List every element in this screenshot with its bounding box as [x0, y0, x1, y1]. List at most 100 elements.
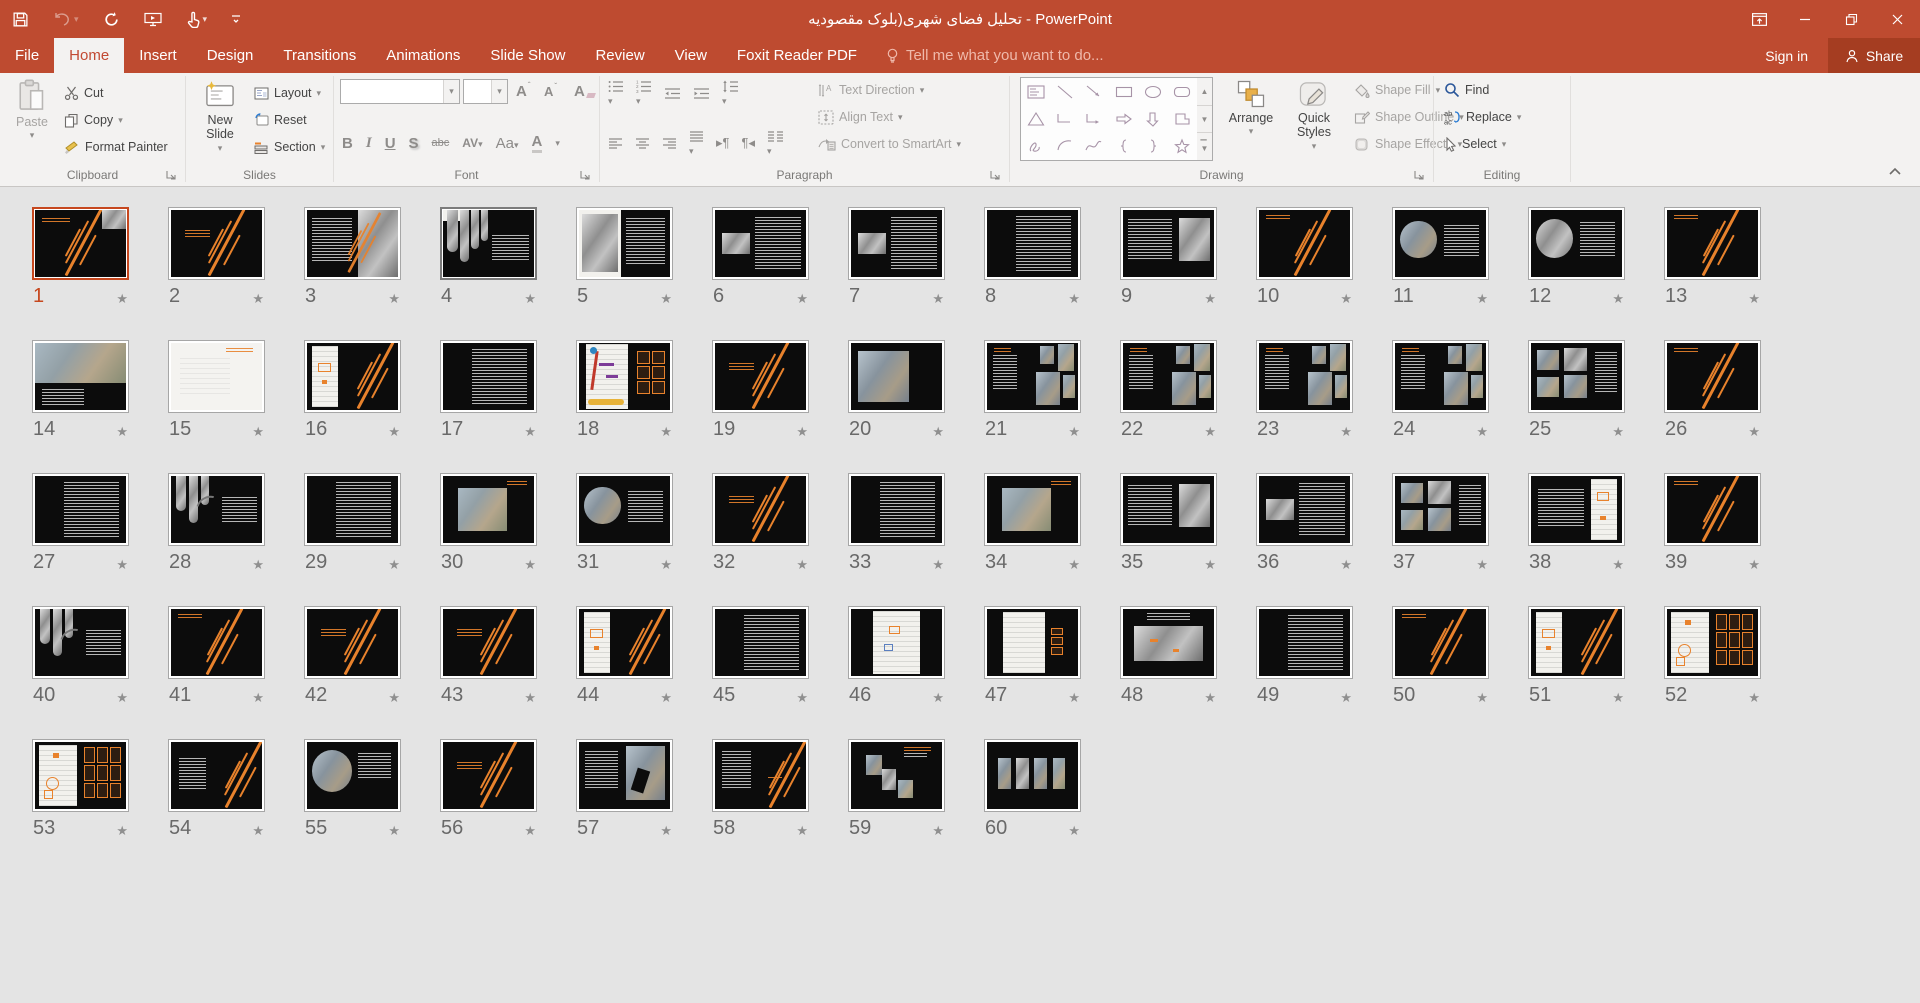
font-size-caret-icon[interactable]: ▾: [491, 80, 507, 103]
quick-styles-button[interactable]: Quick Styles▾: [1284, 79, 1344, 151]
columns-button[interactable]: ▾: [767, 130, 784, 157]
slide-thumbnail-55[interactable]: [304, 739, 401, 812]
curve-shape-icon[interactable]: [1080, 133, 1109, 160]
shapes-scroll-up-icon[interactable]: ▲: [1197, 78, 1212, 106]
character-spacing-button[interactable]: AV▾: [462, 136, 482, 150]
animation-star-icon[interactable]: ★: [388, 822, 400, 840]
animation-star-icon[interactable]: ★: [524, 556, 536, 574]
repeat-icon[interactable]: [103, 11, 120, 28]
animation-star-icon[interactable]: ★: [116, 822, 128, 840]
slide-thumbnail-45[interactable]: [712, 606, 809, 679]
clipboard-dialog-launcher-icon[interactable]: [165, 169, 178, 182]
arrow-shape-icon[interactable]: [1080, 78, 1109, 105]
slide-thumbnail-42[interactable]: [304, 606, 401, 679]
animation-star-icon[interactable]: ★: [1068, 556, 1080, 574]
animation-star-icon[interactable]: ★: [524, 290, 536, 308]
animation-star-icon[interactable]: ★: [796, 290, 808, 308]
animation-star-icon[interactable]: ★: [388, 689, 400, 707]
animation-star-icon[interactable]: ★: [660, 822, 672, 840]
slide-thumbnail-16[interactable]: [304, 340, 401, 413]
animation-star-icon[interactable]: ★: [252, 556, 264, 574]
share-button[interactable]: Share: [1828, 38, 1920, 73]
slide-thumbnail-6[interactable]: [712, 207, 809, 280]
new-slide-button[interactable]: New Slide▾: [194, 79, 246, 153]
animation-star-icon[interactable]: ★: [1748, 423, 1760, 441]
paragraph-dialog-launcher-icon[interactable]: [989, 169, 1002, 182]
slide-thumbnail-57[interactable]: [576, 739, 673, 812]
justify-button[interactable]: ▾: [689, 130, 704, 157]
tab-foxit-reader-pdf[interactable]: Foxit Reader PDF: [722, 38, 872, 73]
align-text-button[interactable]: Align Text▾: [818, 105, 903, 129]
tab-view[interactable]: View: [660, 38, 722, 73]
animation-star-icon[interactable]: ★: [1748, 556, 1760, 574]
slide-thumbnail-31[interactable]: [576, 473, 673, 546]
animation-star-icon[interactable]: ★: [1748, 290, 1760, 308]
animation-star-icon[interactable]: ★: [388, 423, 400, 441]
customize-qat-icon[interactable]: [231, 13, 241, 25]
align-left-button[interactable]: [608, 137, 623, 150]
oval-shape-icon[interactable]: [1138, 78, 1167, 105]
tab-file[interactable]: File: [0, 38, 54, 73]
collapse-ribbon-icon[interactable]: [1888, 167, 1902, 176]
slide-thumbnail-12[interactable]: [1528, 207, 1625, 280]
corner-shape-icon[interactable]: [1168, 105, 1197, 132]
grow-font-button[interactable]: Aˆ: [516, 79, 531, 103]
slide-thumbnail-7[interactable]: [848, 207, 945, 280]
bold-button[interactable]: B: [342, 135, 353, 152]
animation-star-icon[interactable]: ★: [116, 689, 128, 707]
animation-star-icon[interactable]: ★: [1476, 423, 1488, 441]
slide-thumbnail-19[interactable]: [712, 340, 809, 413]
animation-star-icon[interactable]: ★: [252, 423, 264, 441]
animation-star-icon[interactable]: ★: [932, 689, 944, 707]
slide-thumbnail-23[interactable]: [1256, 340, 1353, 413]
font-dialog-launcher-icon[interactable]: [579, 169, 592, 182]
arc-shape-icon[interactable]: [1050, 133, 1079, 160]
slide-thumbnail-52[interactable]: [1664, 606, 1761, 679]
format-painter-button[interactable]: Format Painter: [64, 135, 168, 159]
animation-star-icon[interactable]: ★: [1748, 689, 1760, 707]
font-size-combo[interactable]: ▾: [463, 79, 508, 104]
slide-thumbnail-21[interactable]: [984, 340, 1081, 413]
shape-fill-button[interactable]: Shape Fill▾: [1354, 78, 1440, 102]
sign-in-link[interactable]: Sign in: [1765, 38, 1808, 73]
slide-thumbnail-10[interactable]: [1256, 207, 1353, 280]
slide-thumbnail-1[interactable]: [32, 207, 129, 280]
cut-button[interactable]: Cut: [64, 81, 103, 105]
animation-star-icon[interactable]: ★: [1476, 689, 1488, 707]
tab-design[interactable]: Design: [192, 38, 269, 73]
font-name-combo[interactable]: ▾: [340, 79, 460, 104]
animation-star-icon[interactable]: ★: [1340, 689, 1352, 707]
slide-thumbnail-22[interactable]: [1120, 340, 1217, 413]
change-case-button[interactable]: Aa▾: [496, 135, 519, 152]
layout-button[interactable]: Layout▾: [254, 81, 321, 105]
slide-thumbnail-46[interactable]: [848, 606, 945, 679]
decrease-indent-button[interactable]: [664, 87, 681, 100]
tab-slide-show[interactable]: Slide Show: [475, 38, 580, 73]
animation-star-icon[interactable]: ★: [1068, 822, 1080, 840]
slide-thumbnail-30[interactable]: [440, 473, 537, 546]
elbow-arrow-connector-icon[interactable]: [1080, 105, 1109, 132]
align-center-button[interactable]: [635, 137, 650, 150]
animation-star-icon[interactable]: ★: [660, 556, 672, 574]
slide-thumbnail-37[interactable]: [1392, 473, 1489, 546]
animation-star-icon[interactable]: ★: [1340, 423, 1352, 441]
animation-star-icon[interactable]: ★: [1612, 423, 1624, 441]
tab-home[interactable]: Home: [54, 38, 124, 73]
minimize-icon[interactable]: [1782, 0, 1828, 38]
slide-thumbnail-25[interactable]: [1528, 340, 1625, 413]
animation-star-icon[interactable]: ★: [116, 423, 128, 441]
slide-thumbnail-47[interactable]: [984, 606, 1081, 679]
slide-thumbnail-20[interactable]: [848, 340, 945, 413]
slide-thumbnail-50[interactable]: [1392, 606, 1489, 679]
shapes-gallery[interactable]: [1020, 77, 1198, 161]
animation-star-icon[interactable]: ★: [1204, 290, 1216, 308]
slide-thumbnail-53[interactable]: [32, 739, 129, 812]
down-arrow-shape-icon[interactable]: [1138, 105, 1167, 132]
slide-thumbnail-15[interactable]: [168, 340, 265, 413]
save-icon[interactable]: [12, 11, 29, 28]
slide-thumbnail-34[interactable]: [984, 473, 1081, 546]
touch-mode-icon[interactable]: ▾: [186, 11, 208, 28]
ribbon-display-options-icon[interactable]: [1736, 0, 1782, 38]
animation-star-icon[interactable]: ★: [1068, 290, 1080, 308]
rectangle-shape-icon[interactable]: [1109, 78, 1138, 105]
